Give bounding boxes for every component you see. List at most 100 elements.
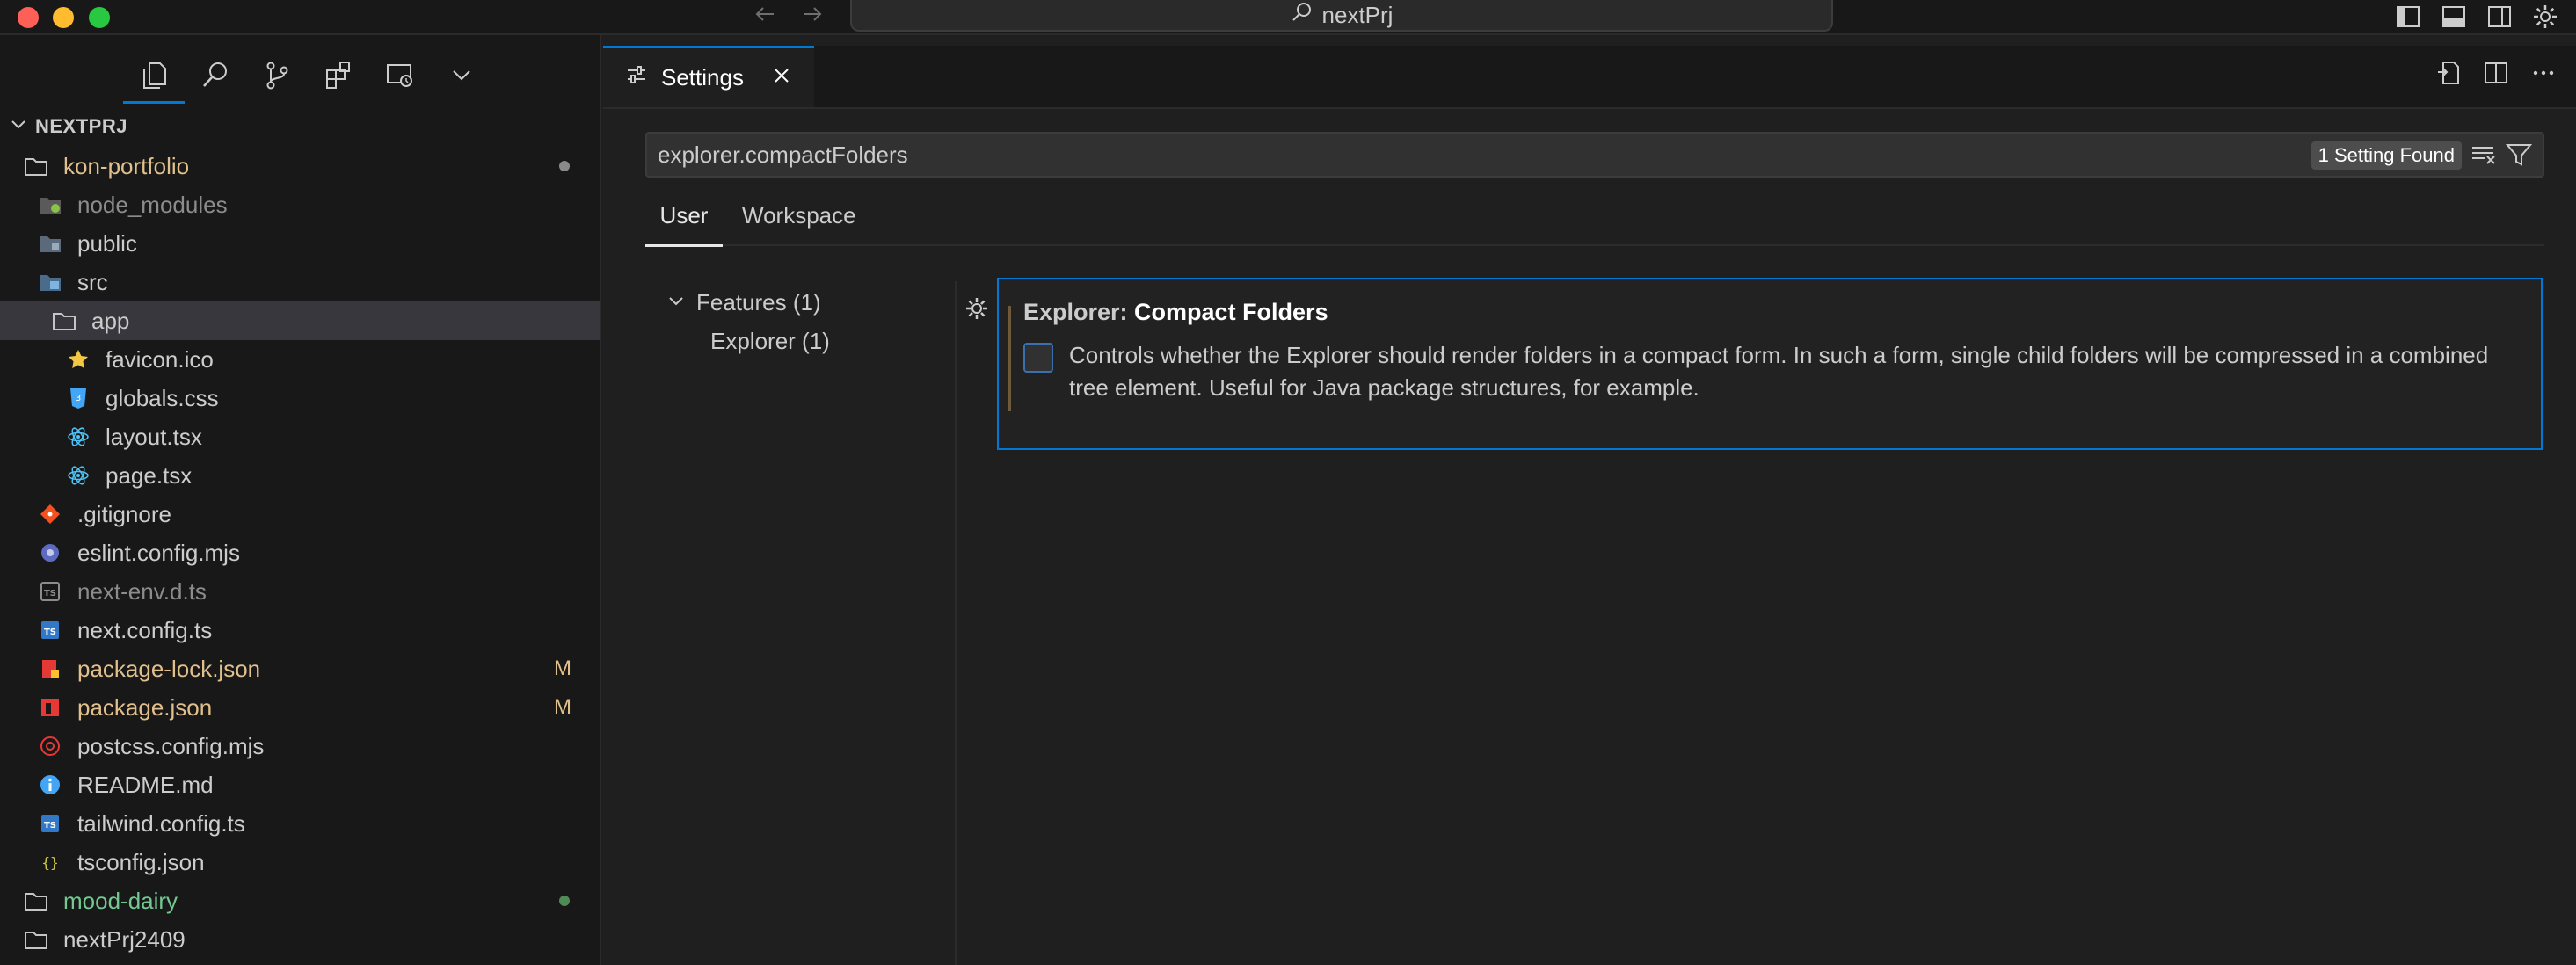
tree-item-label: .gitignore — [77, 500, 171, 527]
tree-item-label: kon-portfolio — [63, 152, 190, 179]
info-icon — [37, 772, 63, 798]
tree-item-label: next-env.d.ts — [77, 577, 207, 605]
explorer-section-header[interactable]: NEXTPRJ — [9, 114, 127, 139]
command-center-label: nextPrj — [1321, 1, 1394, 28]
tree-item-label: postcss.config.mjs — [77, 732, 265, 759]
css-file-icon: 3 — [65, 385, 91, 411]
tree-item-label: package.json — [77, 693, 213, 721]
tree-item-label: public — [77, 229, 137, 257]
more-actions-icon[interactable] — [2529, 58, 2558, 88]
settings-scope-tabs: User Workspace — [645, 202, 2544, 247]
chevron-down-icon — [666, 289, 686, 316]
src-folder-icon — [37, 269, 63, 295]
chevron-down-icon[interactable] — [431, 54, 492, 104]
explorer-view-icon[interactable] — [123, 54, 185, 104]
zoom-window-button[interactable] — [89, 7, 110, 28]
svg-text:TS: TS — [44, 821, 56, 831]
gear-icon[interactable] — [2530, 2, 2560, 32]
setting-description: Controls whether the Explorer should ren… — [1069, 342, 2489, 401]
settings-sliders-icon — [626, 64, 647, 91]
forward-arrow-icon[interactable] — [798, 1, 825, 34]
tree-item[interactable]: nextPrj2409 — [0, 920, 600, 959]
tree-item-label: layout.tsx — [106, 423, 202, 450]
toc-explorer-label: Explorer (1) — [710, 327, 830, 354]
search-view-icon[interactable] — [185, 54, 246, 104]
tree-item[interactable]: node_modules — [0, 185, 600, 224]
filter-icon[interactable] — [2505, 142, 2533, 173]
tree-item-label: page.tsx — [106, 461, 193, 489]
toggle-primary-sidebar-icon[interactable] — [2393, 2, 2423, 32]
tree-item-label: globals.css — [106, 384, 219, 411]
remote-explorer-icon[interactable] — [369, 54, 431, 104]
tree-item[interactable]: {} tsconfig.json — [0, 843, 600, 882]
tree-item-label: mood-dairy — [63, 887, 178, 914]
tree-item-label: next.config.ts — [77, 616, 213, 643]
command-center[interactable]: nextPrj — [850, 0, 1833, 32]
tab-workspace[interactable]: Workspace — [742, 202, 856, 244]
source-control-icon[interactable] — [246, 54, 308, 104]
toggle-panel-icon[interactable] — [2439, 2, 2469, 32]
node-modules-folder-icon — [37, 192, 63, 218]
tree-item[interactable]: package-lock.json M — [0, 649, 600, 688]
npm-icon — [37, 694, 63, 721]
tree-item[interactable]: TS next.config.ts — [0, 611, 600, 649]
split-editor-icon[interactable] — [2481, 58, 2511, 88]
tab-bar: Settings — [603, 46, 2576, 109]
minimize-window-button[interactable] — [53, 7, 74, 28]
tree-item[interactable]: page.tsx — [0, 456, 600, 495]
toc-divider — [955, 281, 957, 965]
tree-item[interactable]: package.json M — [0, 688, 600, 727]
tree-item-label: nextPrj2409 — [63, 925, 186, 953]
tree-item[interactable]: kon-portfolio — [0, 147, 600, 185]
tree-item[interactable]: TS next-env.d.ts — [0, 572, 600, 611]
tab-settings[interactable]: Settings — [603, 46, 814, 107]
explorer-sidebar: NEXTPRJ kon-portfolio node_modulespublic s… — [0, 35, 601, 965]
typescript-file-icon: TS — [37, 617, 63, 643]
settings-toc: Features (1) Explorer (1) — [666, 283, 830, 360]
tree-item[interactable]: 3 globals.css — [0, 379, 600, 417]
tree-item[interactable]: eslint.config.mjs — [0, 533, 600, 572]
tab-user[interactable]: User — [645, 202, 723, 247]
tree-item[interactable]: src — [0, 263, 600, 301]
toc-features-label: Features (1) — [696, 288, 821, 316]
tree-item[interactable]: postcss.config.mjs — [0, 727, 600, 765]
json-braces-icon: {} — [37, 849, 63, 875]
setting-gear-icon[interactable] — [964, 295, 990, 328]
title-bar: nextPrj — [0, 0, 2576, 35]
settings-search-input[interactable] — [647, 140, 2330, 170]
setting-category: Explorer: — [1023, 299, 1135, 325]
tree-item[interactable]: public — [0, 224, 600, 263]
close-window-button[interactable] — [18, 7, 39, 28]
setting-item-compact-folders[interactable]: Explorer: Compact Folders Controls wheth… — [997, 278, 2543, 450]
lock-file-icon — [37, 656, 63, 682]
close-icon[interactable] — [772, 64, 791, 91]
svg-text:3: 3 — [76, 394, 81, 403]
tree-item[interactable]: mood-dairy — [0, 882, 600, 920]
status-dot — [559, 161, 570, 171]
modified-indicator — [1008, 306, 1011, 411]
tree-item[interactable]: README.md — [0, 765, 600, 804]
toc-item-features[interactable]: Features (1) — [666, 283, 830, 322]
clear-filter-icon[interactable] — [2470, 142, 2497, 173]
tree-item[interactable]: .gitignore — [0, 495, 600, 533]
editor-area: Settings 1 Setting Found User — [603, 35, 2576, 965]
svg-text:TS: TS — [44, 628, 56, 637]
back-arrow-icon[interactable] — [753, 1, 779, 34]
tree-item[interactable]: TS tailwind.config.ts — [0, 804, 600, 843]
react-icon — [65, 462, 91, 489]
tree-item-label: tsconfig.json — [77, 848, 205, 875]
tree-item[interactable]: favicon.ico — [0, 340, 600, 379]
toggle-secondary-sidebar-icon[interactable] — [2485, 2, 2514, 32]
git-modified-badge: M — [554, 695, 571, 719]
tree-item[interactable]: layout.tsx — [0, 417, 600, 456]
tree-item[interactable]: app — [0, 301, 600, 340]
open-settings-json-icon[interactable] — [2434, 58, 2463, 88]
file-tree: kon-portfolio node_modulespublic src app fav… — [0, 147, 600, 959]
tree-item-label: src — [77, 268, 108, 295]
setting-title: Explorer: Compact Folders — [1023, 299, 1328, 326]
compact-folders-checkbox[interactable] — [1023, 343, 1053, 373]
extensions-icon[interactable] — [308, 54, 369, 104]
folder-icon — [23, 153, 49, 179]
toc-item-explorer[interactable]: Explorer (1) — [666, 322, 830, 360]
tree-item-label: favicon.ico — [106, 345, 214, 373]
